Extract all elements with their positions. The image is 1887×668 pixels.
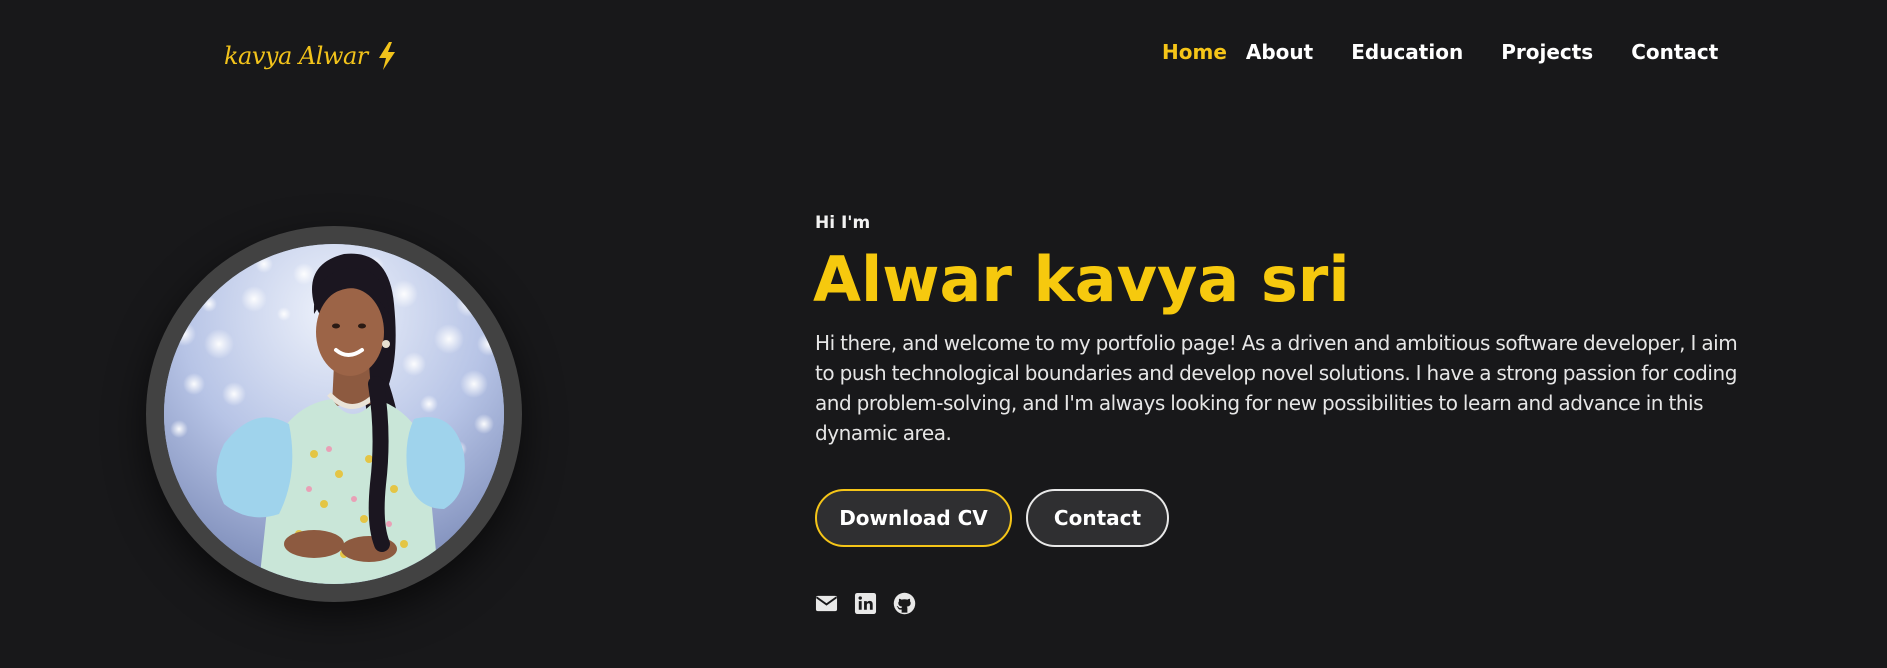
nav-home[interactable]: Home	[1162, 40, 1227, 64]
greeting-text: Hi I'm	[815, 213, 871, 233]
nav-education[interactable]: Education	[1351, 40, 1463, 64]
hero-name: Alwar kavya sri	[813, 243, 1350, 316]
site-logo[interactable]: kavya Alwar	[224, 36, 398, 76]
logo-text: kavya Alwar	[224, 42, 368, 70]
profile-photo	[164, 244, 504, 584]
profile-photo-frame	[146, 226, 522, 602]
contact-button[interactable]: Contact	[1026, 489, 1169, 547]
linkedin-icon[interactable]	[854, 592, 877, 615]
email-icon[interactable]	[815, 592, 838, 615]
profile-photo-illustration	[164, 244, 504, 584]
github-icon[interactable]	[893, 592, 916, 615]
nav-about[interactable]: About	[1246, 40, 1313, 64]
hero-bio: Hi there, and welcome to my portfolio pa…	[815, 331, 1738, 445]
main-nav: Home About Education Projects Contact	[1162, 34, 1718, 70]
social-links	[815, 592, 916, 615]
nav-projects[interactable]: Projects	[1501, 40, 1593, 64]
lightning-bolt-icon	[378, 42, 395, 70]
download-cv-button[interactable]: Download CV	[815, 489, 1012, 547]
nav-contact[interactable]: Contact	[1631, 40, 1718, 64]
